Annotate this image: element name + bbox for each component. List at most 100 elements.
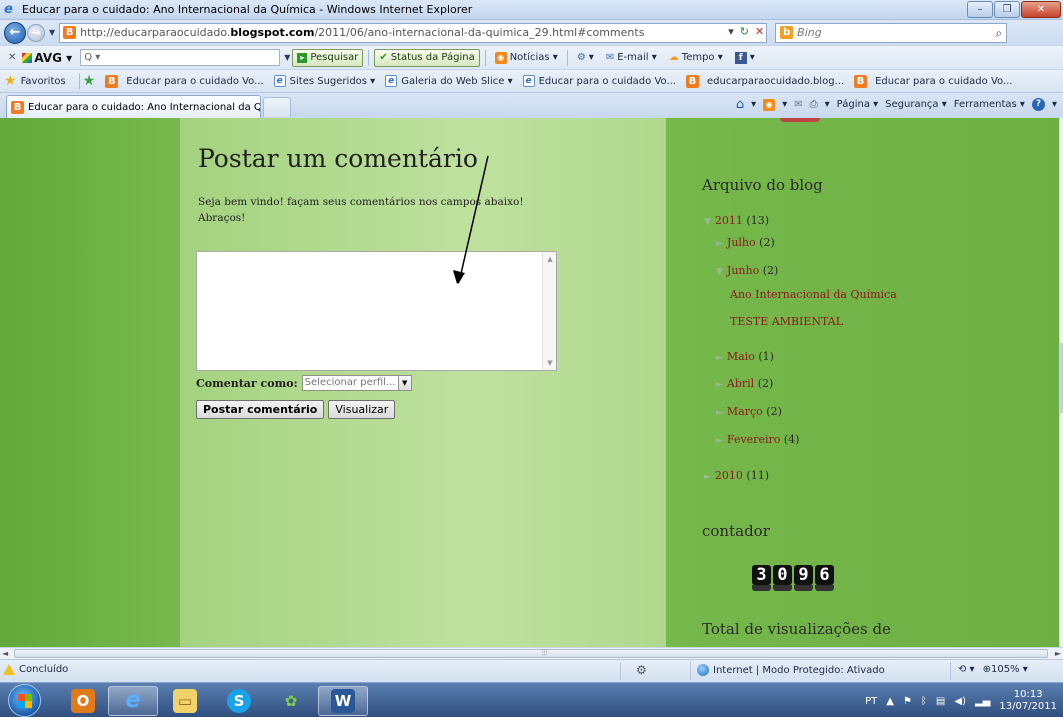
new-tab-button[interactable]: [263, 97, 291, 117]
collapsed-triangle-icon[interactable]: ►: [716, 239, 723, 249]
privacy-icon[interactable]: ⚙: [636, 663, 647, 677]
post-comment-button[interactable]: Postar comentário: [196, 400, 325, 419]
stop-icon[interactable]: ✕: [755, 25, 764, 38]
archive-post-link[interactable]: TESTE AMBIENTAL: [730, 315, 843, 328]
protected-mode-icon[interactable]: ⟲ ▾: [958, 664, 975, 675]
collapsed-triangle-icon[interactable]: ►: [716, 380, 723, 390]
avg-logo[interactable]: AVG ▾: [22, 51, 72, 65]
collapsed-triangle-icon[interactable]: ►: [704, 472, 711, 482]
expanded-triangle-icon[interactable]: ▼: [716, 267, 723, 277]
page-horizontal-scrollbar[interactable]: ◄ ⦙⦙⦙ ►: [0, 647, 1063, 659]
refresh-icon[interactable]: ↻: [740, 25, 749, 38]
restore-button[interactable]: ❐: [994, 1, 1020, 18]
start-button[interactable]: [8, 684, 41, 717]
archive-year-2011[interactable]: ▼ 2011 (13): [704, 214, 769, 227]
profile-select[interactable]: Selecionar perfil... ▼: [301, 375, 412, 391]
tab-active[interactable]: B Educar para o cuidado: Ano Internaciona…: [6, 95, 261, 118]
status-pagina-button[interactable]: ✔ Status da Página: [374, 48, 480, 67]
home-icon[interactable]: ⌂: [736, 97, 744, 112]
pagina-menu[interactable]: Página ▾: [837, 99, 879, 110]
facebook-menu[interactable]: f ▾: [734, 51, 755, 64]
archive-month[interactable]: ► Abril (2): [716, 377, 773, 390]
scroll-right-icon[interactable]: ►: [1055, 648, 1061, 659]
print-dropdown-icon[interactable]: ▾: [825, 99, 830, 110]
action-center-icon[interactable]: ⚑: [903, 696, 912, 707]
horizontal-scrollbar-thumb[interactable]: ⦙⦙⦙: [14, 648, 1048, 658]
mail-icon[interactable]: ✉: [794, 99, 802, 110]
taskbar-outlook[interactable]: O: [58, 686, 108, 716]
avg-menu[interactable]: ⚙ ▾: [577, 52, 594, 63]
archive-month[interactable]: ► Fevereiro (4): [716, 433, 799, 446]
status-message[interactable]: Concluído: [3, 664, 68, 675]
scroll-up-icon[interactable]: ▲: [543, 255, 557, 263]
expanded-triangle-icon[interactable]: ▼: [704, 217, 711, 227]
favorite-link[interactable]: B Educar para o cuidado Vo...: [854, 74, 1012, 88]
network-icon[interactable]: ▤: [936, 696, 945, 707]
favorite-link[interactable]: e Galeria do Web Slice ▾: [385, 75, 513, 87]
show-hidden-icons-icon[interactable]: ▲: [886, 696, 894, 707]
taskbar-internet-explorer[interactable]: e: [108, 686, 158, 716]
address-dropdown-icon[interactable]: ▾: [728, 25, 734, 38]
address-bar[interactable]: B http://educarparaocuidado.blogspot.com…: [59, 22, 768, 43]
archive-month[interactable]: ▼ Junho (2): [716, 264, 778, 277]
search-input[interactable]: b Bing ⌕: [775, 22, 1008, 43]
noticias-menu[interactable]: ◉ Notícias ▾: [494, 51, 558, 64]
favorite-link[interactable]: e Sites Sugeridos ▾: [273, 75, 375, 87]
print-icon[interactable]: ⎙: [810, 99, 818, 110]
pesquisar-button[interactable]: ▸ Pesquisar: [292, 48, 364, 67]
archive-month[interactable]: ► Julho (2): [716, 236, 775, 249]
close-button[interactable]: ✕: [1021, 1, 1061, 18]
url-text[interactable]: http://educarparaocuidado.blogspot.com/2…: [80, 26, 644, 39]
collapsed-triangle-icon[interactable]: ►: [716, 353, 723, 363]
feeds-icon[interactable]: ◉: [763, 98, 776, 111]
archive-post-link[interactable]: Ano Internacional da Química: [730, 288, 897, 301]
search-icon[interactable]: ⌕: [995, 26, 1002, 41]
favorites-button[interactable]: ★ Favoritos: [4, 73, 66, 89]
comment-as-row: Comentar como: Selecionar perfil... ▼: [196, 375, 412, 391]
home-dropdown-icon[interactable]: ▾: [751, 99, 756, 110]
taskbar-messenger[interactable]: ✿: [266, 686, 316, 716]
page-vertical-scrollbar[interactable]: [1059, 118, 1063, 647]
favorite-link[interactable]: Beducarparaocuidado.blog...: [685, 74, 844, 88]
email-menu[interactable]: ✉ E-mail ▾: [606, 52, 657, 63]
add-favorite-button[interactable]: ★: [83, 73, 96, 89]
seguranca-menu[interactable]: Segurança ▾: [885, 99, 947, 110]
archive-year-2010[interactable]: ► 2010 (11): [704, 469, 769, 482]
favorite-link[interactable]: e Educar para o cuidado Vo...: [522, 75, 676, 87]
volume-icon[interactable]: ◀): [954, 696, 966, 707]
close-toolbar-icon[interactable]: ✕: [8, 52, 16, 63]
taskbar-skype[interactable]: S: [214, 686, 264, 716]
ie-page-icon: e: [273, 75, 286, 87]
forward-button[interactable]: →: [27, 23, 45, 42]
avg-search-dropdown-icon[interactable]: ▼: [284, 53, 290, 62]
back-button[interactable]: ←: [4, 21, 26, 44]
history-dropdown-icon[interactable]: ▼: [49, 28, 55, 37]
security-zone[interactable]: Internet | Modo Protegido: Ativado: [697, 664, 885, 676]
tempo-menu[interactable]: ☁ Tempo ▾: [669, 52, 723, 63]
collapsed-triangle-icon[interactable]: ►: [716, 436, 723, 446]
help-dropdown-icon[interactable]: ▾: [1052, 99, 1057, 110]
archive-month[interactable]: ► Março (2): [716, 405, 782, 418]
avg-search-input[interactable]: Q ▾: [80, 49, 281, 66]
help-icon[interactable]: ?: [1031, 98, 1045, 111]
favorite-link[interactable]: B Educar para o cuidado Vo...: [105, 74, 264, 88]
archive-month[interactable]: ► Maio (1): [716, 350, 774, 363]
preview-button[interactable]: Visualizar: [328, 400, 396, 419]
collapsed-triangle-icon[interactable]: ►: [716, 408, 723, 418]
feeds-dropdown-icon[interactable]: ▾: [782, 99, 787, 110]
add-favorite-icon: ★: [82, 73, 96, 89]
textarea-scrollbar[interactable]: ▲ ▼: [542, 252, 556, 370]
ferramentas-menu[interactable]: Ferramentas ▾: [954, 99, 1025, 110]
skype-icon: S: [227, 689, 251, 713]
select-dropdown-icon[interactable]: ▼: [397, 376, 411, 390]
taskbar-word[interactable]: W: [318, 686, 368, 716]
minimize-button[interactable]: –: [967, 1, 993, 18]
scroll-left-icon[interactable]: ◄: [2, 648, 8, 659]
clock[interactable]: 10:13 13/07/2011: [999, 689, 1057, 713]
zoom-level[interactable]: ⊕105% ▾: [983, 664, 1028, 675]
taskbar-explorer[interactable]: ▭: [160, 686, 210, 716]
bluetooth-icon[interactable]: ᛒ: [921, 696, 927, 707]
language-indicator[interactable]: PT: [865, 696, 877, 707]
signal-icon[interactable]: ▂▄: [975, 696, 990, 707]
scroll-down-icon[interactable]: ▼: [543, 359, 557, 367]
